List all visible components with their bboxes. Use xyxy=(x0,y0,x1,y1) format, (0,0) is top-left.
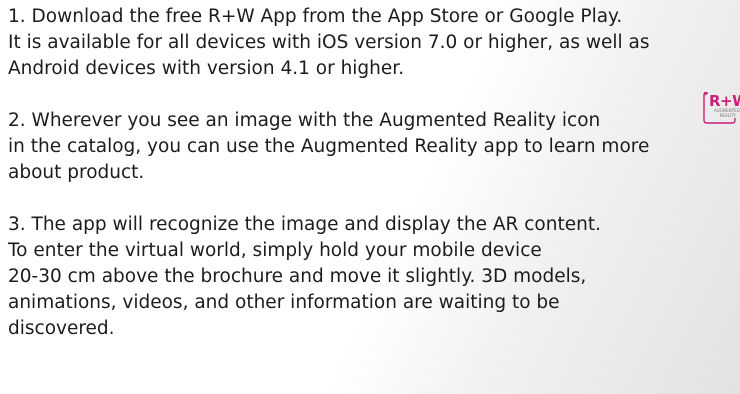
augmented-reality-icon: R+W AUGMENTED REALITY xyxy=(701,91,740,125)
step-2: 2. Wherever you see an image with the Au… xyxy=(8,108,738,186)
step-2-line-3: about product. xyxy=(8,162,145,183)
step-2-line-1: 2. Wherever you see an image with the Au… xyxy=(8,110,601,131)
instructions: 1. Download the free R+W App from the Ap… xyxy=(8,4,738,342)
step-1-line-1: 1. Download the free R+W App from the Ap… xyxy=(8,6,623,27)
step-1-line-2: It is available for all devices with iOS… xyxy=(8,32,650,53)
step-3: 3. The app will recognize the image and … xyxy=(8,212,738,342)
ar-icon-sub-line-2: REALITY xyxy=(719,112,736,118)
step-3-line-1: 3. The app will recognize the image and … xyxy=(8,214,601,235)
step-1-line-3: Android devices with version 4.1 or high… xyxy=(8,58,405,79)
step-3-line-3: 20-30 cm above the brochure and move it … xyxy=(8,266,587,287)
step-3-line-2: To enter the virtual world, simply hold … xyxy=(8,240,542,261)
step-1: 1. Download the free R+W App from the Ap… xyxy=(8,4,738,82)
step-2-line-2: in the catalog, you can use the Augmente… xyxy=(8,136,650,157)
step-3-line-5: discovered. xyxy=(8,318,115,339)
ar-icon-subtitle: AUGMENTED REALITY xyxy=(714,108,740,118)
step-3-line-4: animations, videos, and other informatio… xyxy=(8,292,560,313)
